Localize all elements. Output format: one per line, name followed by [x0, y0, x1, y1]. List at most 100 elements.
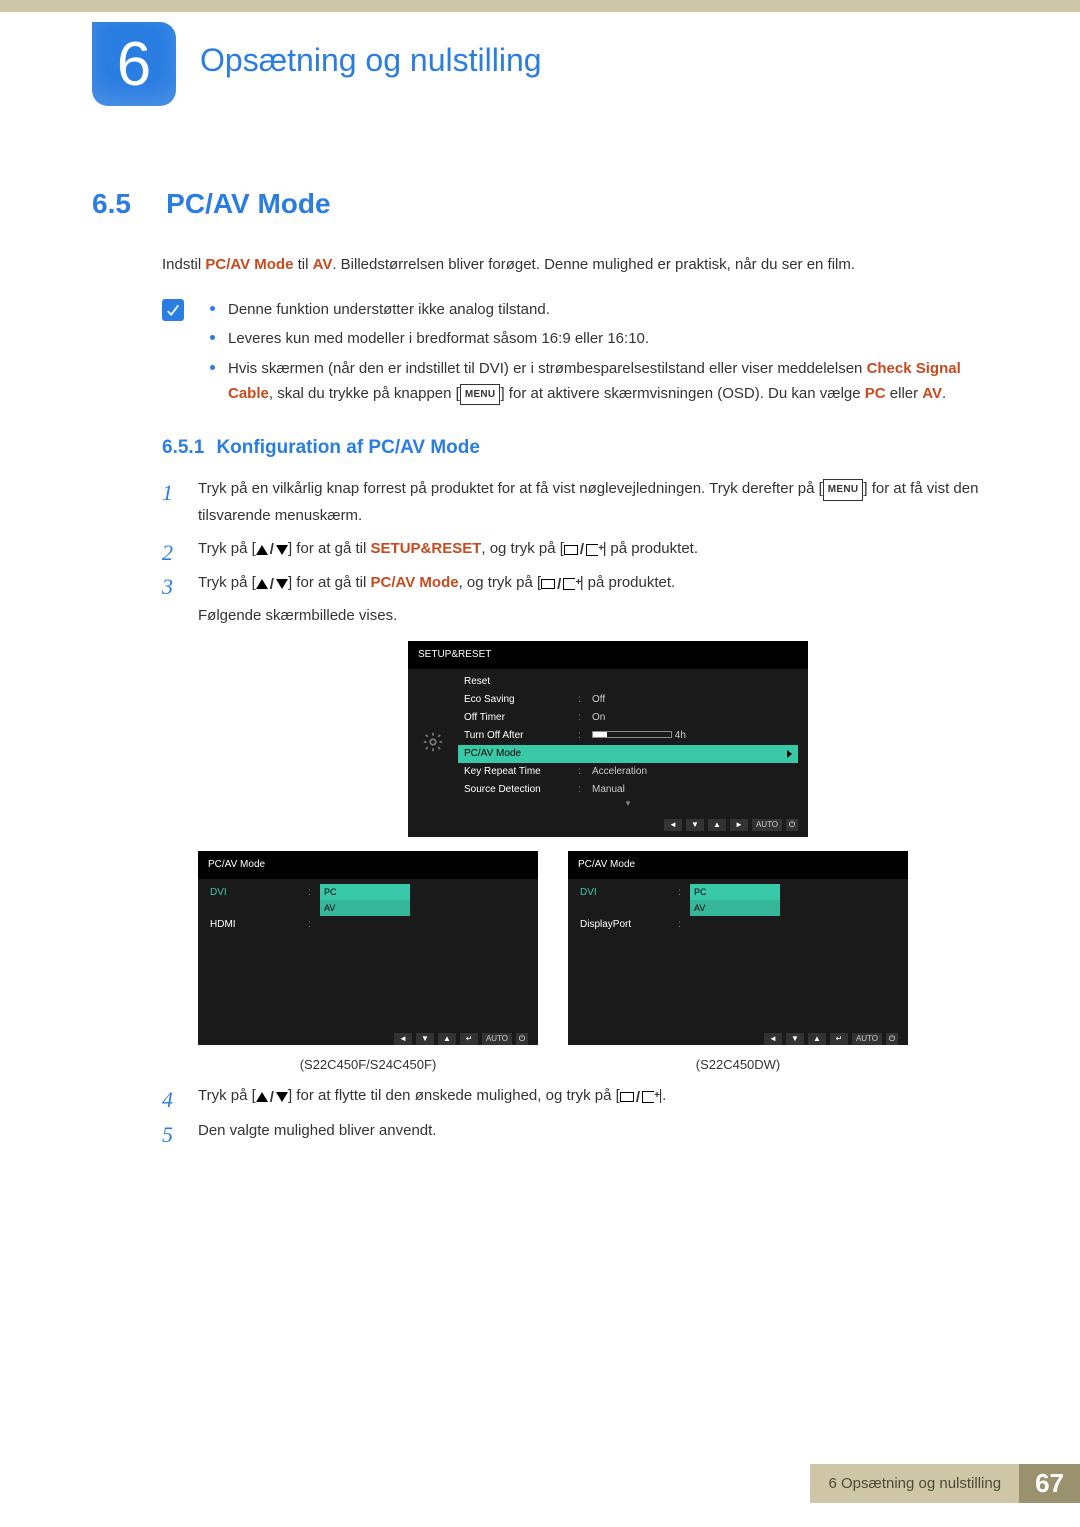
- enter-source-icon: /: [620, 1084, 658, 1111]
- osd-row-reset: Reset: [458, 673, 578, 691]
- step-accent-setupreset: SETUP&RESET: [371, 540, 482, 557]
- osd-pill-pc: PC: [320, 884, 410, 900]
- step-number: 3: [162, 567, 173, 607]
- osd-right-wrapper: PC/AV Mode DVI:PC AV DisplayPort: ◄ ▼ ▲ …: [568, 851, 908, 1076]
- step-item: 5 Den valgte mulighed bliver anvendt.: [162, 1117, 988, 1144]
- chapter-number-badge: 6: [92, 22, 176, 106]
- osd-nav-bar: ◄ ▼ ▲ ► AUTO ⏻: [408, 815, 808, 831]
- osd-title: PC/AV Mode: [198, 851, 538, 879]
- menu-button-graphic: MENU: [460, 384, 501, 405]
- section-intro: Indstil PC/AV Mode til AV. Billedstørrel…: [162, 254, 988, 277]
- osd-title: PC/AV Mode: [568, 851, 908, 879]
- subsection-number: 6.5.1: [162, 437, 204, 458]
- intro-text: til: [293, 256, 312, 273]
- nav-power-icon: ⏻: [786, 819, 798, 831]
- subsection-title: Konfiguration af PC/AV Mode: [216, 437, 480, 458]
- step-number: 5: [162, 1115, 173, 1155]
- nav-down-icon: ▼: [416, 1033, 434, 1045]
- osd-nav-bar: ◄ ▼ ▲ ↵ AUTO ⏻: [198, 1029, 538, 1045]
- up-down-arrows-icon: /: [256, 536, 288, 563]
- nav-up-icon: ▲: [438, 1033, 456, 1045]
- osd-caption-right: (S22C450DW): [568, 1053, 908, 1076]
- step-accent-pcav: PC/AV Mode: [371, 574, 459, 591]
- footer-chapter-label: 6 Opsætning og nulstilling: [810, 1464, 1019, 1503]
- osd-val-eco: Off: [588, 691, 798, 709]
- page-footer: 6 Opsætning og nulstilling 67: [0, 1464, 1080, 1503]
- osd-val-turnoff: 4h: [588, 727, 798, 745]
- nav-auto-button: AUTO: [482, 1033, 512, 1045]
- step-item: 4 Tryk på [/] for at flytte til den ønsk…: [162, 1082, 988, 1111]
- osd-pcav-right: PC/AV Mode DVI:PC AV DisplayPort: ◄ ▼ ▲ …: [568, 851, 908, 1045]
- nav-power-icon: ⏻: [886, 1033, 898, 1045]
- osd-row-key: Key Repeat Time: [458, 763, 578, 781]
- section-number: 6.5: [92, 188, 162, 220]
- step-after-text: Følgende skærmbillede vises.: [198, 602, 988, 629]
- nav-right-icon: ►: [730, 819, 748, 831]
- nav-left-icon: ◄: [764, 1033, 782, 1045]
- osd-pair: PC/AV Mode DVI:PC AV HDMI: ◄ ▼ ▲ ↵: [198, 851, 988, 1076]
- nav-up-icon: ▲: [708, 819, 726, 831]
- note-accent-av: AV: [922, 385, 942, 402]
- section-heading: 6.5 PC/AV Mode: [92, 188, 988, 220]
- nav-auto-button: AUTO: [752, 819, 782, 831]
- osd-val-src: Manual: [588, 781, 798, 799]
- nav-auto-button: AUTO: [852, 1033, 882, 1045]
- chevron-right-icon: [787, 750, 792, 758]
- step-item: 2 Tryk på [/] for at gå til SETUP&RESET,…: [162, 535, 988, 564]
- osd-progress-bar: [592, 731, 672, 738]
- osd-side-icon: [408, 669, 458, 815]
- osd-caption-left: (S22C450F/S24C450F): [198, 1053, 538, 1076]
- osd-setup-reset: SETUP&RESET Reset Eco Saving:Off Off Tim…: [408, 641, 808, 837]
- note-list: Denne funktion understøtter ikke analog …: [210, 297, 988, 407]
- osd-row-hdmi: HDMI: [208, 916, 308, 934]
- step-item: 1 Tryk på en vilkårlig knap forrest på p…: [162, 475, 988, 529]
- intro-text: Indstil: [162, 256, 205, 273]
- osd-row-timer: Off Timer: [458, 709, 578, 727]
- up-down-arrows-icon: /: [256, 1084, 288, 1111]
- step-number: 1: [162, 473, 173, 513]
- note-item: Leveres kun med modeller i bredformat så…: [210, 326, 988, 352]
- intro-text: . Billedstørrelsen bliver forøget. Denne…: [332, 256, 855, 273]
- section-body: 6.5 PC/AV Mode Indstil PC/AV Mode til AV…: [92, 188, 988, 1150]
- note-block: Denne funktion understøtter ikke analog …: [162, 297, 988, 407]
- note-item: Denne funktion understøtter ikke analog …: [210, 297, 988, 323]
- header-accent-bar: [0, 0, 1080, 12]
- nav-down-icon: ▼: [786, 1033, 804, 1045]
- note-accent-pc: PC: [865, 385, 886, 402]
- osd-nav-bar: ◄ ▼ ▲ ↵ AUTO ⏻: [568, 1029, 908, 1045]
- footer-page-number: 67: [1019, 1464, 1080, 1503]
- step-item: 3 Tryk på [/] for at gå til PC/AV Mode, …: [162, 569, 988, 1076]
- osd-row-dvi: DVI: [578, 884, 678, 902]
- osd-row-eco: Eco Saving: [458, 691, 578, 709]
- osd-val-timer: On: [588, 709, 798, 727]
- note-icon: [162, 299, 184, 321]
- osd-val-key: Acceleration: [588, 763, 798, 781]
- nav-power-icon: ⏻: [516, 1033, 528, 1045]
- nav-left-icon: ◄: [664, 819, 682, 831]
- chapter-title: Opsætning og nulstilling: [200, 42, 542, 79]
- osd-pill-pc: PC: [690, 884, 780, 900]
- nav-left-icon: ◄: [394, 1033, 412, 1045]
- subsection-heading: 6.5.1 Konfiguration af PC/AV Mode 1 Tryk…: [162, 437, 988, 1144]
- osd-pill-av: AV: [690, 900, 780, 916]
- nav-down-icon: ▼: [686, 819, 704, 831]
- osd-left-wrapper: PC/AV Mode DVI:PC AV HDMI: ◄ ▼ ▲ ↵: [198, 851, 538, 1076]
- nav-up-icon: ▲: [808, 1033, 826, 1045]
- section-title: PC/AV Mode: [166, 188, 330, 219]
- up-down-arrows-icon: /: [256, 571, 288, 598]
- osd-title: SETUP&RESET: [408, 641, 808, 669]
- enter-source-icon: /: [564, 536, 602, 563]
- osd-row-src: Source Detection: [458, 781, 578, 799]
- chapter-number: 6: [117, 29, 151, 100]
- nav-enter-icon: ↵: [830, 1033, 848, 1045]
- intro-accent-pcav: PC/AV Mode: [205, 256, 293, 273]
- osd-row-pcav: PC/AV Mode: [458, 745, 578, 763]
- enter-source-icon: /: [541, 571, 579, 598]
- intro-accent-av: AV: [313, 256, 333, 273]
- menu-button-graphic: MENU: [823, 479, 864, 501]
- osd-pill-av: AV: [320, 900, 410, 916]
- osd-row-turnoff: Turn Off After: [458, 727, 578, 745]
- osd-row-dvi: DVI: [208, 884, 308, 902]
- nav-enter-icon: ↵: [460, 1033, 478, 1045]
- note-item: Hvis skærmen (når den er indstillet til …: [210, 356, 988, 407]
